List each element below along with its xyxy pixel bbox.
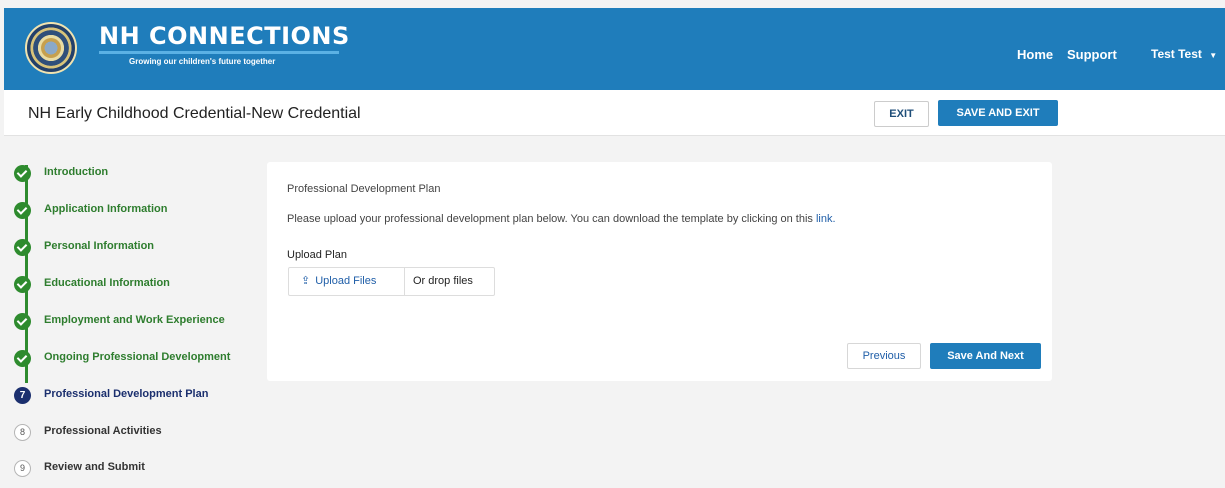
step-label: Professional Development Plan: [44, 388, 209, 400]
step-label: Ongoing Professional Development: [44, 351, 231, 363]
drop-files-text: Or drop files: [413, 275, 473, 287]
upload-files-button[interactable]: ⇪ Upload Files: [289, 268, 405, 295]
brand-title: NH CONNECTIONS: [99, 22, 350, 50]
step-label: Educational Information: [44, 277, 170, 289]
check-circle-icon: [14, 239, 31, 256]
check-circle-icon: [14, 202, 31, 219]
step-label: Personal Information: [44, 240, 155, 252]
check-circle-icon: [14, 165, 31, 182]
save-and-exit-button[interactable]: SAVE AND EXIT: [938, 100, 1058, 126]
step-number-badge: 8: [14, 424, 31, 441]
chevron-down-icon: ▼: [1209, 51, 1218, 60]
brand-tagline: Growing our children's future together: [129, 57, 276, 66]
brand-logo[interactable]: NH CONNECTIONS Growing our children's fu…: [99, 22, 350, 66]
user-menu[interactable]: Test Test ▼: [1151, 47, 1217, 61]
nav-support-link[interactable]: Support: [1067, 47, 1117, 62]
step-label: Review and Submit: [44, 461, 145, 473]
step-label: Introduction: [44, 166, 109, 178]
step-label: Application Information: [44, 203, 168, 215]
instructions-body: Please upload your professional developm…: [287, 213, 813, 225]
nav-home-link[interactable]: Home: [1017, 47, 1053, 62]
step-label: Employment and Work Experience: [44, 314, 225, 326]
check-circle-icon: [14, 313, 31, 330]
previous-button[interactable]: Previous: [847, 343, 921, 369]
step-number-badge: 9: [14, 460, 31, 477]
top-navbar: NH CONNECTIONS Growing our children's fu…: [4, 8, 1225, 90]
user-name: Test Test: [1151, 47, 1202, 61]
page-title: NH Early Childhood Credential-New Creden…: [28, 105, 361, 122]
upload-plan-card: Professional Development Plan Please upl…: [267, 162, 1052, 381]
check-circle-icon: [14, 276, 31, 293]
upload-plan-label: Upload Plan: [287, 249, 347, 261]
section-title: Professional Development Plan: [287, 183, 441, 195]
check-circle-icon: [14, 350, 31, 367]
upload-icon: ⇪: [301, 275, 311, 287]
step-label: Professional Activities: [44, 425, 162, 437]
file-upload-dropzone[interactable]: ⇪ Upload Files Or drop files: [288, 267, 495, 296]
upload-files-label: Upload Files: [315, 275, 377, 287]
state-seal-logo: [25, 22, 77, 74]
brand-underline: [99, 51, 339, 54]
page-titlebar: NH Early Childhood Credential-New Creden…: [4, 90, 1225, 136]
exit-button[interactable]: EXIT: [874, 101, 929, 127]
template-download-link[interactable]: link.: [816, 213, 836, 225]
instructions-text: Please upload your professional developm…: [287, 213, 836, 225]
save-and-next-button[interactable]: Save And Next: [930, 343, 1041, 369]
step-number-badge: 7: [14, 387, 31, 404]
